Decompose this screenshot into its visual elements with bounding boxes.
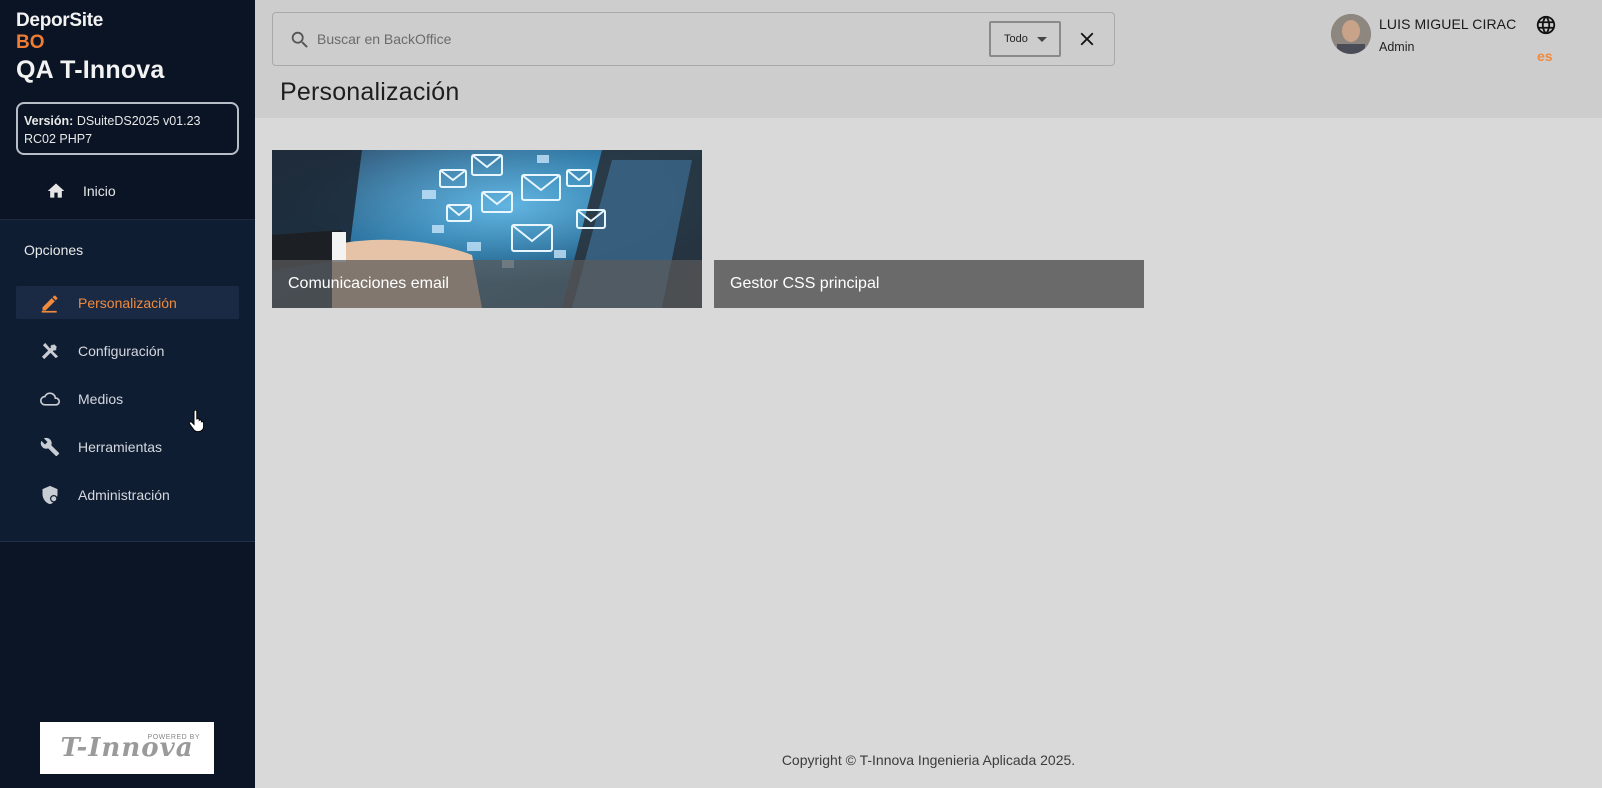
home-icon [47, 183, 65, 198]
sidebar: DeporSite BO QA T-Innova Versión: DSuite… [0, 0, 255, 788]
globe-icon[interactable] [1535, 14, 1557, 36]
version-label: Versión: [24, 114, 74, 128]
card-label: Comunicaciones email [272, 260, 702, 308]
brand-name: DeporSite [16, 10, 104, 31]
language-code[interactable]: es [1537, 48, 1553, 64]
sidebar-item-label: Personalización [78, 294, 177, 311]
sidebar-item-label: Administración [78, 486, 170, 503]
page-title: Personalización [280, 78, 460, 106]
wrench-icon [40, 437, 60, 456]
options-title: Opciones [24, 242, 84, 258]
user-name[interactable]: LUIS MIGUEL CIRAC [1379, 16, 1516, 32]
avatar[interactable] [1331, 14, 1371, 54]
version-box: Versión: DSuiteDS2025 v01.23 RC02 PHP7 [16, 102, 239, 155]
search-input[interactable] [317, 27, 957, 51]
pencil-icon [41, 294, 58, 313]
tools-icon [41, 342, 59, 359]
cloud-icon [40, 391, 60, 406]
sidebar-item-label: Herramientas [78, 438, 163, 455]
user-role: Admin [1379, 40, 1415, 54]
top-header: Todo LUIS MIGUEL CIRAC Admin es Personal… [255, 0, 1602, 118]
pointer-cursor-icon [188, 410, 205, 432]
tinnova-logo: POWERED BY T-Innova [40, 722, 214, 774]
shield-icon [42, 485, 58, 504]
card-label: Gestor CSS principal [714, 260, 1144, 308]
sidebar-item-configuracion[interactable]: Configuración [16, 334, 239, 367]
chevron-down-icon [1036, 36, 1047, 42]
nav-home[interactable]: Inicio [46, 180, 116, 202]
options-menu: Opciones Personalización Configuración M… [0, 220, 255, 542]
site-name: QA T-Innova [16, 56, 165, 84]
sidebar-item-label: Configuración [78, 342, 165, 359]
search-scope-value: Todo [1004, 33, 1028, 45]
avatar-image [1331, 14, 1371, 54]
footer-copyright: Copyright © T-Innova Ingenieria Aplicada… [781, 752, 1076, 768]
brand[interactable]: DeporSite BO QA T-Innova [16, 10, 165, 86]
search-bar: Todo [272, 12, 1115, 66]
close-icon[interactable] [1076, 28, 1098, 50]
card-comunicaciones-email[interactable]: Comunicaciones email [272, 150, 702, 308]
sidebar-item-personalizacion[interactable]: Personalización [16, 286, 239, 319]
logo-powered-by: POWERED BY [147, 734, 200, 741]
sidebar-item-administracion[interactable]: Administración [16, 478, 239, 511]
sidebar-item-label: Medios [78, 390, 124, 407]
card-gestor-css[interactable]: Gestor CSS principal [714, 150, 1144, 308]
search-icon [291, 31, 308, 48]
sidebar-item-herramientas[interactable]: Herramientas [16, 430, 239, 463]
search-scope-select[interactable]: Todo [989, 21, 1061, 57]
brand-suffix: BO [16, 32, 45, 53]
nav-home-label: Inicio [83, 183, 116, 199]
sidebar-header: DeporSite BO QA T-Innova Versión: DSuite… [0, 0, 255, 220]
